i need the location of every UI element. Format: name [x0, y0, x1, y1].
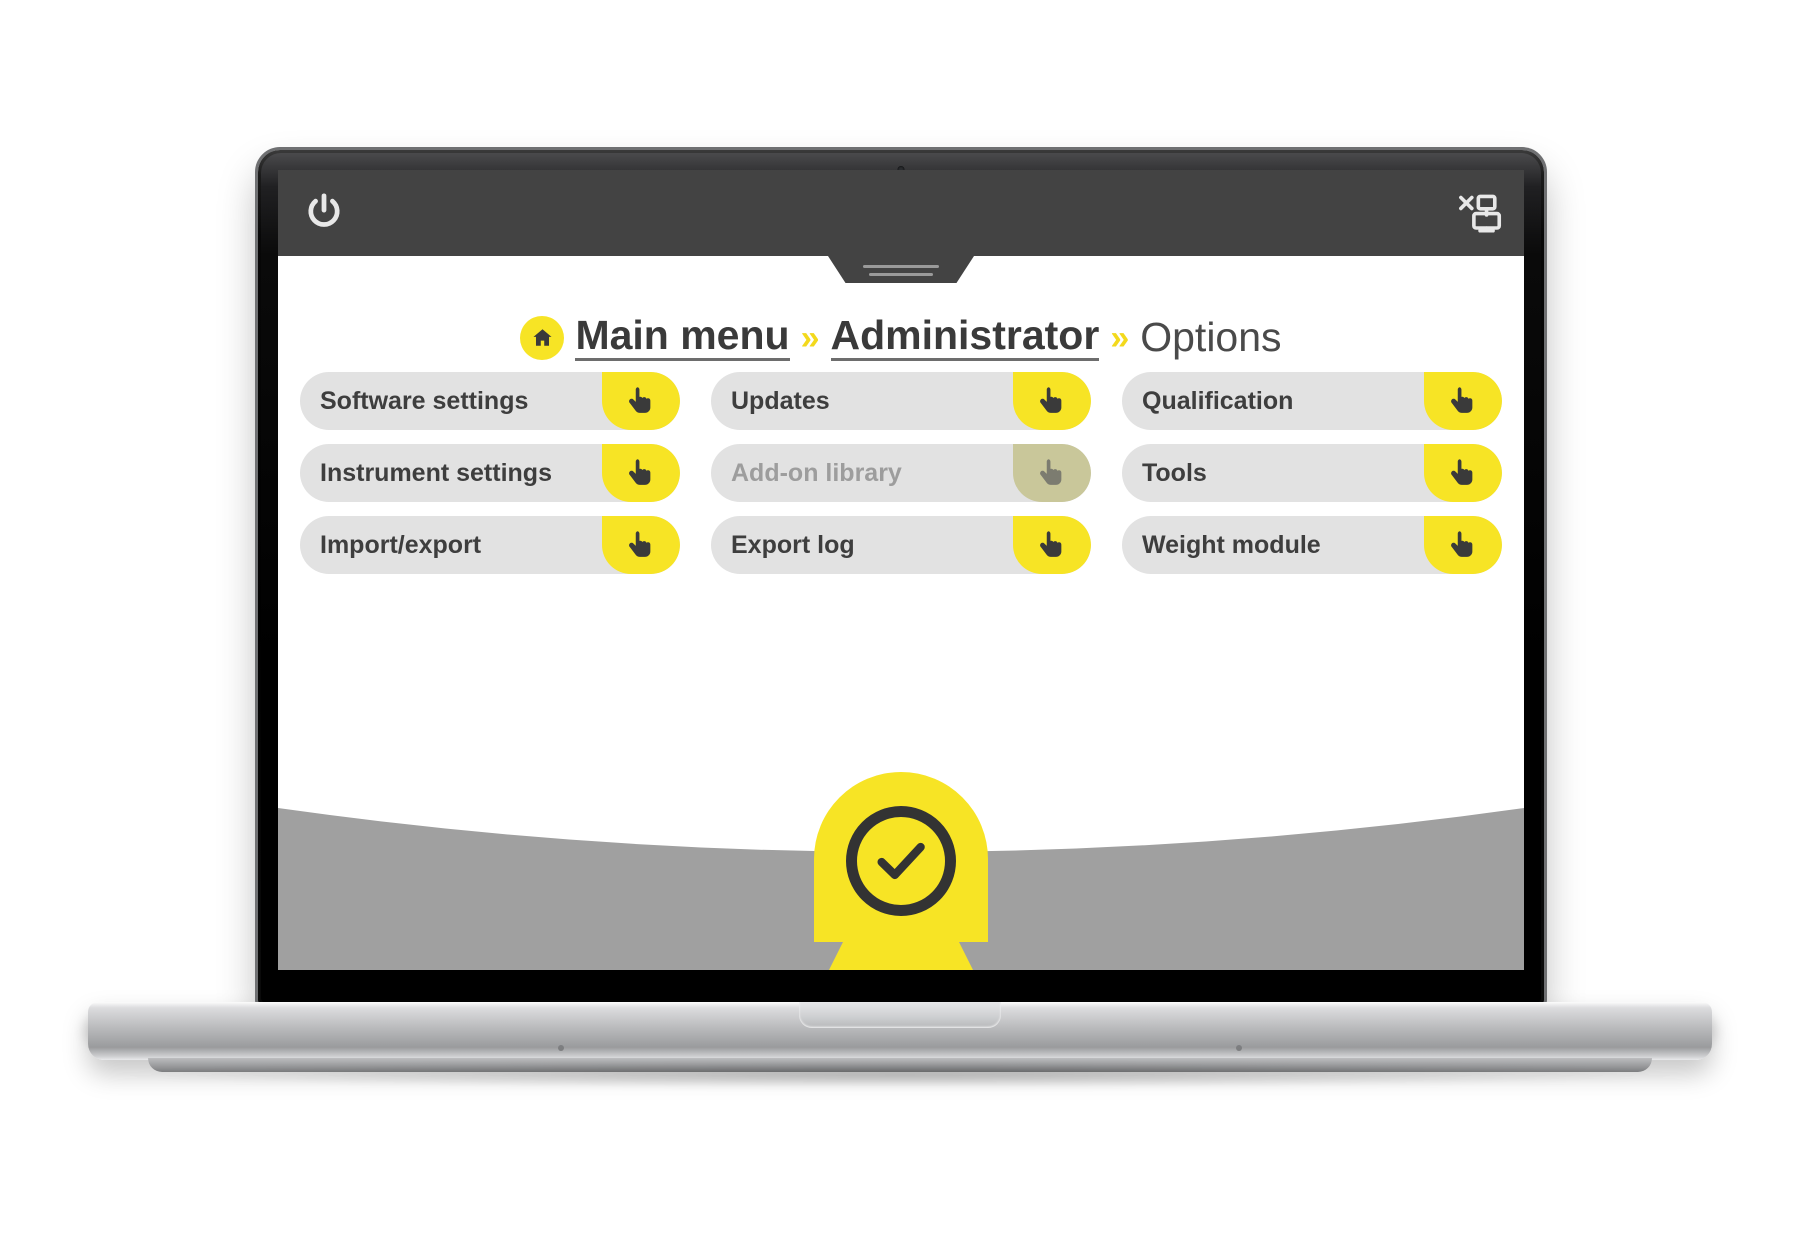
option-button-export-log[interactable]: Export log [711, 516, 1091, 574]
option-button-label: Import/export [320, 530, 482, 559]
option-button-label: Instrument settings [320, 458, 552, 487]
breadcrumb-item-options: Options [1140, 314, 1282, 360]
network-disconnected-icon[interactable] [1454, 192, 1502, 234]
pointing-hand-icon [602, 516, 680, 574]
check-circle-icon [846, 806, 956, 916]
power-icon[interactable] [302, 190, 346, 234]
base-foot-dot [1236, 1045, 1242, 1051]
app-header-bar [278, 170, 1524, 256]
option-button-updates[interactable]: Updates [711, 372, 1091, 430]
option-button-label: Updates [731, 386, 830, 415]
option-button-instrument-settings[interactable]: Instrument settings [300, 444, 680, 502]
pointing-hand-icon [1424, 444, 1502, 502]
option-button-qualification[interactable]: Qualification [1122, 372, 1502, 430]
option-button-label: Software settings [320, 386, 529, 415]
option-button-tools[interactable]: Tools [1122, 444, 1502, 502]
option-button-label: Export log [731, 530, 855, 559]
confirm-badge[interactable] [814, 772, 988, 970]
option-button-weight-module[interactable]: Weight module [1122, 516, 1502, 574]
option-button-software-settings[interactable]: Software settings [300, 372, 680, 430]
option-button-import-export[interactable]: Import/export [300, 516, 680, 574]
option-button-add-on-library: Add-on library [711, 444, 1091, 502]
option-button-label: Qualification [1142, 386, 1294, 415]
pointing-hand-icon [602, 372, 680, 430]
laptop-base [88, 1002, 1712, 1072]
options-button-grid: Software settings Updates Qualification [300, 372, 1502, 574]
base-notch [799, 1002, 1001, 1028]
breadcrumb-item-main-menu[interactable]: Main menu [575, 313, 790, 362]
home-icon[interactable] [520, 315, 565, 360]
drag-handle-line [863, 265, 939, 268]
option-button-label: Weight module [1142, 530, 1321, 559]
pointing-hand-icon [1013, 444, 1091, 502]
drag-handle-line [869, 273, 933, 276]
option-button-label: Tools [1142, 458, 1207, 487]
option-button-label: Add-on library [731, 458, 902, 487]
pointing-hand-icon [1424, 516, 1502, 574]
breadcrumb-separator: » [800, 318, 820, 357]
breadcrumb-item-administrator[interactable]: Administrator [830, 313, 1100, 362]
drag-handle[interactable] [828, 256, 974, 283]
screen-viewport: Main menu » Administrator » Options Soft… [278, 170, 1524, 970]
pointing-hand-icon [1013, 372, 1091, 430]
base-foot-dot [558, 1045, 564, 1051]
pointing-hand-icon [1424, 372, 1502, 430]
breadcrumb: Main menu » Administrator » Options [278, 313, 1524, 362]
pointing-hand-icon [602, 444, 680, 502]
laptop-drop-shadow [130, 1062, 1670, 1088]
breadcrumb-separator: » [1110, 318, 1130, 357]
pointing-hand-icon [1013, 516, 1091, 574]
screenshot-stage: Main menu » Administrator » Options Soft… [0, 0, 1800, 1236]
